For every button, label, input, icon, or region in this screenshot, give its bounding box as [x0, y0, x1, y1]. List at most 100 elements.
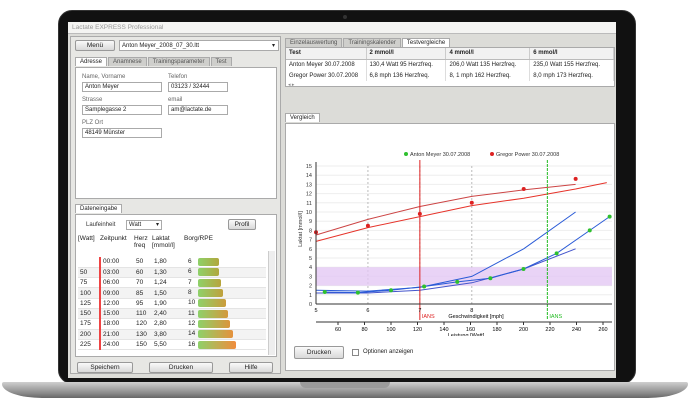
cell-time[interactable]: 18:00	[99, 318, 134, 330]
menu-button[interactable]: Menü	[75, 40, 115, 51]
cell-borg[interactable]: 6	[184, 267, 266, 279]
cell-time[interactable]: 03:00	[99, 267, 134, 279]
cell-borg[interactable]: 14	[184, 329, 266, 340]
phone-field[interactable]: 03123 / 32444	[168, 82, 228, 92]
cell-test: Anton Meyer 30.07.2008	[286, 59, 367, 70]
cell-watt[interactable]: 150	[78, 308, 100, 320]
cell-hr[interactable]: 60	[134, 267, 152, 279]
comparison-table: Test 2 mmol/l 4 mmol/l 6 mmol/l Anton Me…	[286, 48, 614, 81]
cell-watt[interactable]: 100	[78, 287, 100, 299]
anton-point	[322, 290, 327, 295]
cell-lactate[interactable]: 3,80	[152, 329, 184, 340]
cell-borg[interactable]: 12	[184, 318, 266, 330]
cell-lactate[interactable]: 1,90	[152, 298, 184, 309]
table-scrollbar[interactable]	[268, 251, 275, 355]
comparison-row[interactable]: Gregor Power 30.07.2008 6,8 mph 136 Herzf…	[286, 70, 614, 81]
name-field[interactable]: Anton Meyer	[82, 82, 162, 92]
file-dropdown[interactable]: Anton Meyer_2008_07_30.ltt ▾	[119, 40, 279, 51]
table-row[interactable]: 100 09:00 85 1,50 8	[78, 287, 266, 299]
save-button[interactable]: Speichern	[77, 362, 133, 373]
cell-watt[interactable]: 50	[78, 267, 100, 279]
legend-marker	[490, 152, 494, 156]
cell-watt[interactable]: 125	[78, 298, 100, 309]
y-tick-label: 13	[306, 182, 312, 188]
y-tick-label: 15	[306, 164, 312, 170]
help-button[interactable]: Hilfe	[229, 362, 273, 373]
borg-value: 11	[188, 309, 195, 317]
tab-trainingsparameter[interactable]: Trainingsparameter	[147, 57, 210, 66]
chart-print-button[interactable]: Drucken	[294, 346, 344, 359]
cell-time[interactable]: 09:00	[99, 287, 134, 299]
cell-borg[interactable]: 11	[184, 308, 266, 320]
tab-einzelauswertung[interactable]: Einzelauswertung	[285, 38, 343, 47]
table-row[interactable]: 75 06:00 70 1,24 7	[78, 277, 266, 289]
cell-time[interactable]: 06:00	[99, 277, 134, 289]
cell-watt[interactable]: 75	[78, 277, 100, 289]
unit-select[interactable]: Watt ▾	[126, 220, 162, 230]
tab-dateneingabe[interactable]: Dateneingabe	[75, 204, 123, 213]
cell-lactate[interactable]: 2,40	[152, 308, 184, 320]
comparison-row[interactable]: Anton Meyer 30.07.2008 130,4 Watt 95 Herz…	[286, 59, 614, 70]
cell-lactate[interactable]: 2,80	[152, 318, 184, 330]
cell-lactate[interactable]: 1,24	[152, 277, 184, 289]
cell-time[interactable]: 12:00	[99, 298, 134, 309]
tab-trainingskalender[interactable]: Trainingskalender	[343, 38, 401, 47]
options-checkbox[interactable]	[352, 349, 359, 356]
print-button[interactable]: Drucken	[149, 362, 213, 373]
cell-c2: 130,4 Watt 95 Herzfreq.	[366, 59, 447, 70]
series-curve	[315, 183, 576, 236]
y-tick-label: 5	[309, 256, 312, 262]
tab-vergleich[interactable]: Vergleich	[285, 113, 320, 122]
cell-hr[interactable]: 120	[134, 318, 152, 330]
cell-time[interactable]: 24:00	[99, 339, 134, 351]
analysis-tabs: Einzelauswertung Trainingskalender Testv…	[285, 38, 451, 47]
cell-lactate[interactable]: 1,30	[152, 267, 184, 279]
cell-borg[interactable]: 7	[184, 277, 266, 289]
borg-value: 16	[188, 340, 196, 348]
street-field[interactable]: Samplegasse 2	[82, 105, 162, 115]
profile-button[interactable]: Profil	[228, 219, 256, 230]
cell-hr[interactable]: 130	[134, 329, 152, 340]
table-row[interactable]: 125 12:00 95 1,90 10	[78, 298, 266, 309]
cell-watt[interactable]	[78, 257, 100, 268]
cell-hr[interactable]: 50	[134, 257, 152, 268]
email-field[interactable]: am@lactate.de	[168, 105, 228, 115]
cell-borg[interactable]: 10	[184, 298, 266, 309]
borg-bar	[198, 319, 231, 328]
table-row[interactable]: 225 24:00 150 5,50 16	[78, 339, 266, 351]
table-row[interactable]: 50 03:00 60 1,30 6	[78, 267, 266, 279]
cell-hr[interactable]: 85	[134, 287, 152, 299]
cell-hr[interactable]: 70	[134, 277, 152, 289]
cell-watt[interactable]: 225	[78, 339, 100, 351]
cell-time[interactable]: 15:00	[99, 308, 134, 320]
cell-hr[interactable]: 110	[134, 308, 152, 320]
laptop-notch	[300, 382, 390, 388]
table-row[interactable]: 00:00 50 1,80 6	[78, 257, 266, 268]
scroll-arrows[interactable]: ◂ ▸	[288, 82, 294, 86]
cell-time[interactable]: 21:00	[99, 329, 134, 340]
cell-lactate[interactable]: 5,50	[152, 339, 184, 351]
cell-watt[interactable]: 200	[78, 329, 100, 340]
cell-lactate[interactable]: 1,50	[152, 287, 184, 299]
tab-adresse[interactable]: Adresse	[75, 57, 108, 66]
tab-test[interactable]: Test	[210, 57, 232, 66]
cell-hr[interactable]: 150	[134, 339, 152, 351]
tab-testvergleiche[interactable]: Testvergleiche	[401, 38, 451, 47]
cell-borg[interactable]: 6	[184, 257, 266, 268]
borg-bar	[198, 299, 227, 308]
cell-hr[interactable]: 95	[134, 298, 152, 309]
cell-time[interactable]: 00:00	[99, 257, 134, 268]
cell-borg[interactable]: 16	[184, 339, 266, 351]
table-row[interactable]: 175 18:00 120 2,80 12	[78, 318, 266, 330]
tab-anamnese[interactable]: Anamnese	[108, 57, 147, 66]
x-bottom-tick-label: 80	[361, 327, 367, 333]
cell-test: Gregor Power 30.07.2008	[286, 70, 367, 81]
city-field[interactable]: 48149 Münster	[82, 128, 162, 138]
table-row[interactable]: 150 15:00 110 2,40 11	[78, 308, 266, 320]
table-row[interactable]: 200 21:00 130 3,80 14	[78, 329, 266, 340]
col-herzfreq: Herz freq	[134, 235, 148, 249]
city-label: PLZ Ort	[82, 120, 104, 126]
cell-watt[interactable]: 175	[78, 318, 100, 330]
cell-borg[interactable]: 8	[184, 287, 266, 299]
cell-lactate[interactable]: 1,80	[152, 257, 184, 268]
